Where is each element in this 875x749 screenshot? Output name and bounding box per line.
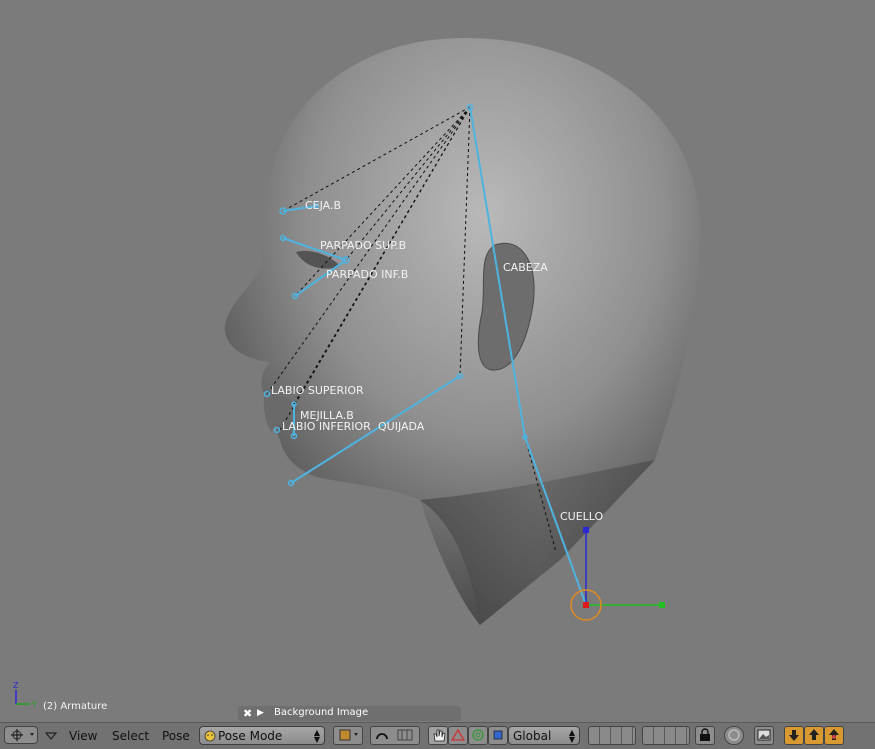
3d-viewport[interactable]: CEJA.B PARPADO SUP.B PARPADO INF.B CABEZ… <box>0 0 875 722</box>
triangle-icon <box>450 728 466 741</box>
axis-orientation-icon: Z Y <box>13 681 37 709</box>
updown-arrow-icon: ▲ ▼ <box>568 728 575 744</box>
lock-layers-button[interactable] <box>695 726 715 745</box>
orientation-value: Global <box>513 729 552 743</box>
pose-mode-icon <box>204 730 216 742</box>
mode-selector[interactable]: Pose Mode ▲ ▼ <box>199 726 325 745</box>
viewport-shading-button[interactable] <box>333 726 363 745</box>
viewport-editor-icon <box>11 729 34 741</box>
viewport-header: View Select Pose Pose Mode ▲ ▼ Global ▲ … <box>0 722 875 749</box>
layer-buttons-right[interactable] <box>642 726 690 745</box>
layer-buttons-left[interactable] <box>588 726 636 745</box>
bone-label-quijada: QUIJADA <box>378 420 425 433</box>
expand-triangle-icon[interactable]: ▶ <box>257 708 264 718</box>
axis-label-y: Y <box>31 700 37 709</box>
bone-label-labio-inferior: LABIO INFERIOR <box>282 420 371 433</box>
bone-label-cabeza: CABEZA <box>503 261 548 274</box>
menu-view[interactable]: View <box>69 729 97 743</box>
ring-icon <box>472 729 484 741</box>
bone-label-ceja: CEJA.B <box>305 199 342 212</box>
image-icon <box>757 729 771 741</box>
updown-arrow-icon: ▲ ▼ <box>313 728 320 744</box>
transform-widget[interactable] <box>570 527 665 621</box>
mode-selector-value: Pose Mode <box>218 729 283 743</box>
arrow-down-icon <box>789 730 799 741</box>
bone-label-parpado-sup: PARPADO SUP.B <box>320 239 407 252</box>
collapse-menu-icon[interactable] <box>45 731 57 741</box>
pose-paste-button[interactable] <box>804 726 824 745</box>
background-image-label: Background Image <box>274 707 369 718</box>
flip-arrow-icon <box>829 729 839 740</box>
editor-type-button[interactable] <box>4 726 38 744</box>
translate-manipulator-button[interactable] <box>448 726 468 745</box>
transform-orientation-selector[interactable]: Global ▲ ▼ <box>508 726 580 745</box>
axis-label-z: Z <box>13 681 19 690</box>
close-icon[interactable]: ✖ <box>243 707 252 720</box>
scene-canvas <box>224 38 700 626</box>
square-icon <box>493 730 503 740</box>
pivot-icon <box>376 729 413 741</box>
menu-pose[interactable]: Pose <box>162 729 190 743</box>
pose-copy-button[interactable] <box>784 726 804 745</box>
bone-label-labio-superior: LABIO SUPERIOR <box>271 384 364 397</box>
arrow-up-icon <box>809 729 819 740</box>
hand-icon <box>433 729 446 742</box>
active-object-label: (2) Armature <box>43 701 108 712</box>
menu-select[interactable]: Select <box>112 729 149 743</box>
magnet-icon <box>728 729 740 741</box>
shading-icon <box>339 729 358 741</box>
snap-button[interactable] <box>724 726 744 745</box>
background-image-panel[interactable]: ✖ ▶ Background Image <box>238 706 461 721</box>
rotate-manipulator-button[interactable] <box>468 726 488 745</box>
scale-manipulator-button[interactable] <box>488 726 508 745</box>
lock-icon <box>700 728 710 741</box>
bone-label-cuello: CUELLO <box>560 510 604 523</box>
pose-paste-flipped-button[interactable] <box>824 726 844 745</box>
render-preview-button[interactable] <box>754 726 774 745</box>
pivot-point-button[interactable] <box>370 726 420 745</box>
bone-label-parpado-inf: PARPADO INF.B <box>326 268 409 281</box>
manipulator-toggle[interactable] <box>428 726 448 745</box>
